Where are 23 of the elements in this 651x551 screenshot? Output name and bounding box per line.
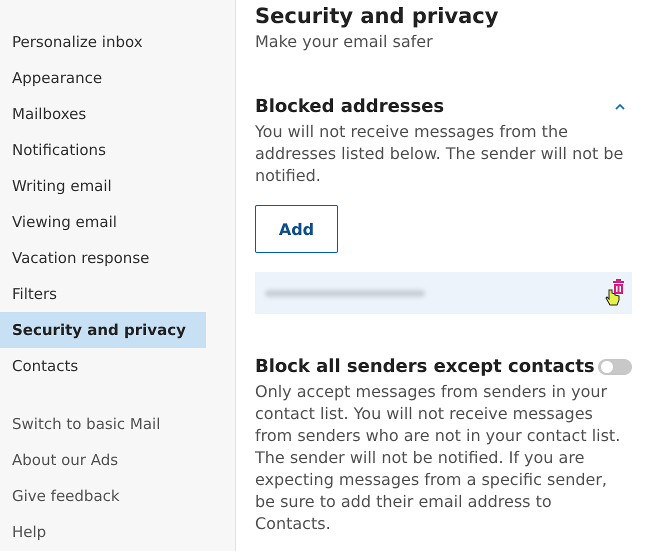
sidebar-item[interactable]: Appearance — [0, 60, 206, 96]
sidebar-item[interactable]: Mailboxes — [0, 96, 206, 132]
sidebar-item[interactable]: Writing email — [0, 168, 206, 204]
sidebar-item[interactable]: Security and privacy — [0, 312, 206, 348]
sidebar-item[interactable]: Contacts — [0, 348, 206, 384]
section-heading: Block all senders except contacts — [255, 356, 595, 377]
page-title: Security and privacy — [255, 3, 500, 30]
toggle-switch[interactable] — [598, 358, 632, 374]
sidebar-link[interactable]: Give feedback — [0, 478, 235, 514]
section-description: You will not receive messages from the addresses listed below. The sender will not be notified. — [255, 121, 624, 187]
section-description: Only accept messages from senders in your contact list. You will not receive messages from senders who are not in your contact list. The sender will not be notified. If you are expecting messages from a specific sender, be sure to add their email address to Contacts. — [255, 381, 622, 535]
chevron-icon[interactable] — [614, 102, 626, 110]
page-subtitle: Make your email safer — [255, 31, 434, 53]
sidebar-item[interactable]: Personalize inbox — [0, 24, 206, 60]
sidebar-link[interactable]: About our Ads — [0, 442, 235, 478]
sidebar-item[interactable]: Notifications — [0, 132, 206, 168]
add-button[interactable]: Add — [255, 205, 338, 253]
sidebar-item[interactable]: Viewing email — [0, 204, 206, 240]
sidebar-link[interactable]: Help — [0, 514, 235, 550]
sidebar-item[interactable]: Filters — [0, 276, 206, 312]
section-heading: Blocked addresses — [255, 96, 444, 117]
sidebar-item[interactable]: Vacation response — [0, 240, 206, 276]
sidebar-link[interactable]: Switch to basic Mail — [0, 406, 235, 442]
